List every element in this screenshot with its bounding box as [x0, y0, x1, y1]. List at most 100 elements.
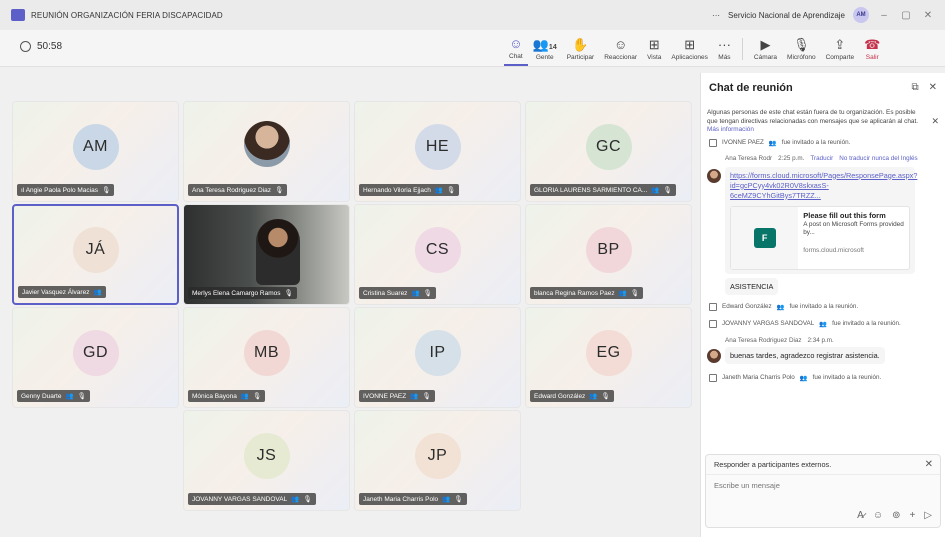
chat-message: https://forms.cloud.microsoft/Pages/Resp… — [707, 166, 945, 274]
more-options-icon[interactable]: ··· — [712, 11, 720, 20]
mic-muted-icon: 🎙 — [101, 187, 111, 194]
toolbar-divider — [741, 38, 743, 60]
participant-initials: JÁ — [72, 226, 119, 273]
microphone-button[interactable]: 🎙 Micrófono — [782, 32, 821, 66]
message-author: Ana Teresa Rodr — [725, 155, 773, 162]
mic-muted-icon: 🎙 — [275, 187, 284, 194]
participant-tile[interactable]: GD Genny Duarte 👥 🎙 — [12, 307, 179, 408]
close-chat-icon[interactable]: ✕ — [929, 82, 937, 93]
people-button[interactable]: 👥14 Gente — [528, 32, 562, 66]
participant-name-label: Genny Duarte 👥 🎙 — [17, 390, 90, 402]
link-preview-card[interactable]: F Please fill out this form A post on Mi… — [730, 205, 910, 270]
emoji-icon[interactable]: ☺ — [873, 510, 883, 521]
participant-name-label: ıl Angie Paola Polo Macias 🎙 — [17, 184, 115, 196]
participant-tile[interactable]: Ana Teresa Rodriguez Diaz 🎙 — [183, 101, 350, 202]
participant-name: Merlys Elena Camargo Ramos — [192, 290, 281, 297]
participant-tile[interactable]: IP IVONNE PAEZ 👥 🎙 — [354, 307, 521, 408]
chat-message: buenas tardes, agradezco registrar asist… — [707, 346, 945, 364]
message-bubble: buenas tardes, agradezco registrar asist… — [725, 346, 885, 364]
participant-tile[interactable]: JP Janeth Maria Charris Polo 👥 🎙 — [354, 410, 521, 511]
react-button[interactable]: ☺ Reaccionar — [599, 32, 642, 66]
card-body: Please fill out this form A post on Micr… — [798, 207, 909, 269]
system-message-name: Janeth Maria Charris Polo — [722, 374, 795, 381]
close-reply-icon[interactable]: ✕ — [925, 459, 933, 470]
participant-tile[interactable]: JS JOVANNY VARGAS SANDOVAL 👥 🎙 — [183, 410, 350, 511]
participant-name-label: Javier Vasquez Álvarez 👥 — [18, 286, 106, 298]
meeting-toolbar: 50:58 ☺ Chat 👥14 Gente ✋ Participar ☺ Re… — [0, 30, 945, 67]
add-icon[interactable]: + — [909, 510, 915, 521]
leave-button[interactable]: ☎ Salir — [859, 32, 885, 66]
external-user-icon: 👥 — [589, 393, 598, 400]
participant-tile[interactable]: Merlys Elena Camargo Ramos 🎙 — [183, 204, 350, 305]
send-icon[interactable]: ▷ — [924, 510, 932, 521]
maximize-button[interactable]: ▢ — [899, 10, 913, 21]
participant-name-label: blanca Regina Ramos Paez 👥 🎙 — [530, 287, 643, 299]
participant-initials: HE — [414, 123, 461, 170]
more-info-link[interactable]: Más información — [707, 126, 754, 133]
never-translate-link[interactable]: No traducir nunca del Inglés — [839, 155, 917, 162]
chat-panel-header: Chat de reunión ⧉ ✕ — [701, 73, 945, 103]
participant-photo — [243, 120, 290, 167]
system-message-text: fue invitado a la reunión. — [789, 303, 859, 310]
more-button[interactable]: ··· Más — [713, 32, 736, 66]
apps-icon: ⊞ — [684, 36, 696, 52]
reply-header: Responder a participantes externos. ✕ — [706, 455, 940, 475]
mic-muted-icon: 🎙 — [303, 496, 312, 503]
message-meta: Ana Teresa Rodriguez Diaz 2:34 p.m. — [725, 335, 945, 347]
forms-link[interactable]: https://forms.cloud.microsoft/Pages/Resp… — [730, 171, 917, 201]
apps-label: Aplicaciones — [671, 53, 708, 61]
leave-label: Salir — [865, 53, 879, 61]
user-avatar[interactable]: AM — [853, 7, 869, 23]
participant-tile-active[interactable]: JÁ Javier Vasquez Álvarez 👥 — [12, 204, 179, 305]
people-icon: 👥14 — [533, 37, 557, 54]
dismiss-notice-icon[interactable]: ✕ — [931, 117, 939, 126]
external-user-icon: 👥 — [768, 139, 777, 147]
participant-tile[interactable]: EG Edward González 👥 🎙 — [525, 307, 692, 408]
format-icon[interactable]: A̷ — [857, 510, 864, 521]
close-window-button[interactable]: ✕ — [921, 10, 935, 21]
emoji-icon: ☺ — [613, 36, 628, 52]
hand-icon: ✋ — [572, 36, 589, 52]
mic-muted-icon: 🎙 — [454, 496, 463, 503]
view-button[interactable]: ⊞ Vista — [642, 32, 666, 66]
external-user-icon: 👥 — [618, 290, 627, 297]
participant-tile[interactable]: AM ıl Angie Paola Polo Macias 🎙 — [12, 101, 179, 202]
loop-icon[interactable]: ⊚ — [892, 510, 900, 521]
participant-name: GLORIA LAURENS SARMIENTO CA... — [534, 187, 648, 194]
more-icon: ··· — [717, 36, 731, 52]
participant-tile[interactable]: CS Cristina Suarez 👥 🎙 — [354, 204, 521, 305]
mic-muted-icon: 🎙 — [446, 187, 456, 194]
system-message: IVONNE PAEZ 👥 fue invitado a la reunión. — [709, 137, 945, 149]
minimize-button[interactable]: – — [877, 10, 891, 21]
card-source: forms.cloud.microsoft — [803, 246, 864, 254]
mic-muted-icon: 🎙 — [77, 393, 86, 400]
author-avatar — [707, 168, 721, 183]
mic-muted-icon: 🎙 — [663, 187, 672, 194]
chat-header-actions: ⧉ ✕ — [911, 82, 937, 93]
translate-link[interactable]: Traducir — [810, 155, 833, 162]
participant-name-label: Cristina Suarez 👥 🎙 — [359, 287, 436, 299]
camera-button[interactable]: ▶ Cámara — [749, 32, 782, 66]
raise-hand-button[interactable]: ✋ Participar — [562, 32, 599, 66]
external-user-icon: 👥 — [776, 303, 785, 311]
participant-name: Mónica Bayona — [192, 393, 237, 400]
participant-tile[interactable]: HE Hernando Viloria Ejjach 👥 🎙 — [354, 101, 521, 202]
popout-icon[interactable]: ⧉ — [911, 82, 918, 93]
share-button[interactable]: ⇪ Comparte — [821, 32, 860, 66]
external-user-icon: 👥 — [651, 187, 660, 194]
mic-muted-icon: 🎙 — [422, 393, 431, 400]
message-bubble: ASISTENCIA — [725, 277, 779, 295]
system-message: Janeth Maria Charris Polo 👥 fue invitado… — [709, 372, 945, 384]
share-icon: ⇪ — [834, 36, 846, 52]
message-input[interactable] — [714, 481, 914, 490]
participant-name-label: Janeth Maria Charris Polo 👥 🎙 — [359, 493, 467, 505]
participant-tile[interactable]: GC GLORIA LAURENS SARMIENTO CA... 👥 🎙 — [525, 101, 692, 202]
participant-tile[interactable]: MB Mónica Bayona 👥 🎙 — [183, 307, 350, 408]
chat-button[interactable]: ☺ Chat — [504, 32, 528, 66]
participant-tile[interactable]: BP blanca Regina Ramos Paez 👥 🎙 — [525, 204, 692, 305]
video-person — [256, 219, 300, 285]
share-label: Comparte — [825, 53, 855, 61]
participant-initials: JS — [243, 432, 290, 479]
apps-button[interactable]: ⊞ Aplicaciones — [666, 32, 713, 66]
more-label: Más — [718, 53, 731, 61]
